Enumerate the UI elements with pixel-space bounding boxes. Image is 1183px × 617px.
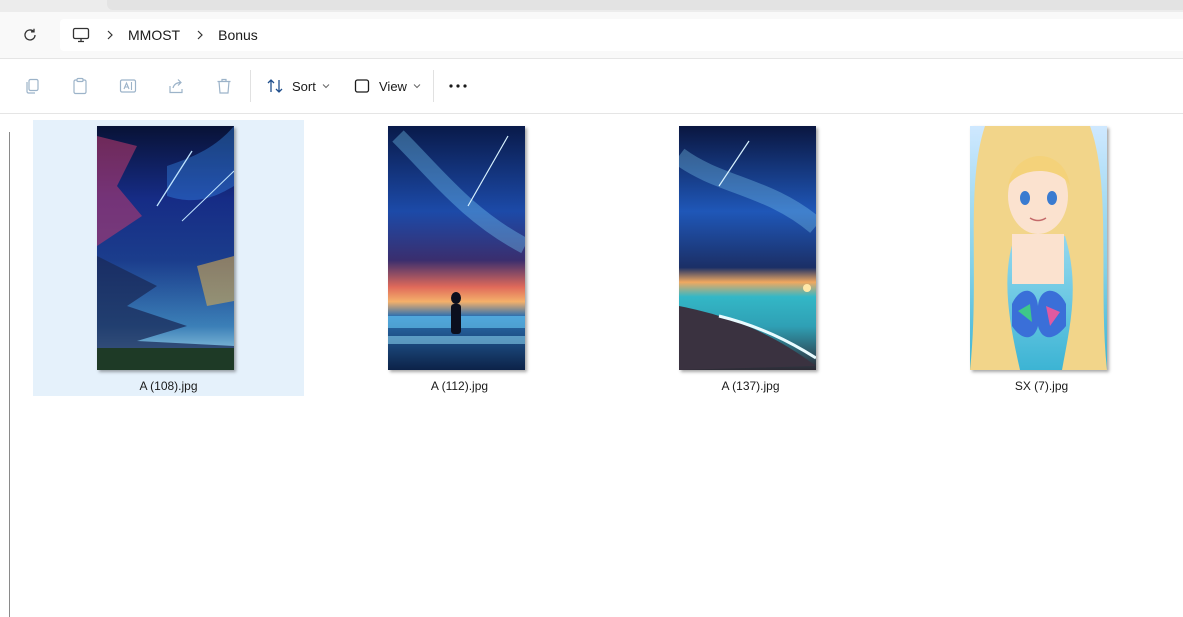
- chevron-right-icon[interactable]: [196, 30, 204, 40]
- thumbnail-image: [388, 126, 525, 370]
- breadcrumb-item-bonus[interactable]: Bonus: [218, 27, 258, 43]
- file-item[interactable]: SX (7).jpg: [906, 120, 1177, 396]
- tab-strip: [0, 0, 1183, 12]
- chevron-down-icon: [413, 83, 421, 89]
- sort-button[interactable]: Sort: [266, 72, 330, 100]
- delete-icon: [217, 78, 231, 94]
- file-name: SX (7).jpg: [1014, 379, 1069, 393]
- navigation-pane-edge: [9, 132, 10, 617]
- more-options-button[interactable]: [446, 74, 470, 98]
- refresh-button[interactable]: [18, 23, 42, 47]
- file-item[interactable]: A (112).jpg: [324, 120, 595, 396]
- breadcrumb: MMOST Bonus: [72, 19, 258, 51]
- toolbar-divider: [250, 70, 251, 102]
- file-view: A (108).jpg A (112).jpg A (137).jpg SX (…: [0, 114, 1183, 617]
- address-bar-area: MMOST Bonus: [0, 12, 1183, 59]
- chevron-right-icon[interactable]: [106, 30, 114, 40]
- active-tab[interactable]: [107, 0, 1183, 10]
- rename-icon: [119, 79, 137, 93]
- share-button[interactable]: [164, 74, 188, 98]
- delete-button[interactable]: [212, 74, 236, 98]
- file-name: A (112).jpg: [430, 379, 489, 393]
- sort-icon: [267, 79, 283, 93]
- share-icon: [169, 79, 183, 94]
- command-bar: Sort View: [0, 59, 1183, 114]
- more-options-icon: [449, 84, 467, 88]
- file-name: A (137).jpg: [721, 379, 780, 393]
- view-label: View: [379, 78, 407, 94]
- file-item[interactable]: A (108).jpg: [33, 120, 304, 396]
- thumbnail-image: [679, 126, 816, 370]
- file-item[interactable]: A (137).jpg: [615, 120, 886, 396]
- thumbnail-image: [97, 126, 234, 370]
- rename-button[interactable]: [116, 74, 140, 98]
- toolbar-divider: [433, 70, 434, 102]
- sort-label: Sort: [292, 78, 316, 94]
- address-box[interactable]: MMOST Bonus: [60, 19, 1183, 51]
- thumbnail-image: [970, 126, 1107, 370]
- computer-icon[interactable]: [72, 27, 90, 43]
- paste-icon: [73, 77, 87, 95]
- copy-icon: [26, 78, 39, 94]
- breadcrumb-item-mmost[interactable]: MMOST: [128, 27, 180, 43]
- view-icon: [354, 79, 370, 93]
- view-button[interactable]: View: [353, 72, 421, 100]
- refresh-icon: [24, 28, 36, 41]
- file-name: A (108).jpg: [139, 379, 198, 393]
- paste-button[interactable]: [68, 74, 92, 98]
- chevron-down-icon: [322, 83, 330, 89]
- copy-button[interactable]: [20, 74, 44, 98]
